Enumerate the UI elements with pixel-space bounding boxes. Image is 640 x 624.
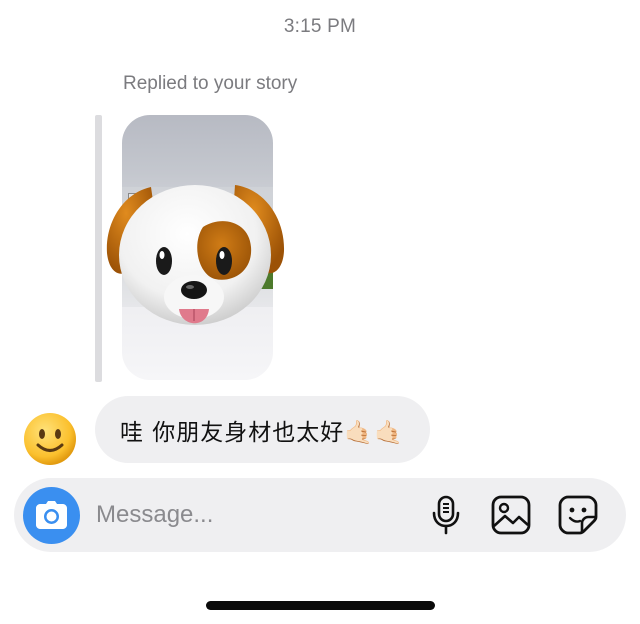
message-composer (14, 478, 626, 552)
sticker-button[interactable] (555, 492, 601, 538)
story-reply-label: Replied to your story (123, 73, 298, 94)
camera-icon (36, 501, 67, 529)
dog-memoji-icon[interactable] (103, 175, 287, 335)
message-text: 哇 你朋友身材也太好🤙🏻🤙🏻 (120, 419, 404, 446)
image-icon (491, 495, 531, 535)
home-indicator[interactable] (206, 601, 435, 610)
reply-quote-bar (95, 115, 102, 382)
gallery-button[interactable] (488, 492, 534, 538)
message-timestamp: 3:15 PM (283, 16, 357, 37)
sticker-icon (558, 495, 598, 535)
camera-button[interactable] (23, 487, 80, 544)
message-input[interactable] (96, 496, 396, 534)
microphone-icon (432, 495, 460, 535)
microphone-button[interactable] (423, 492, 469, 538)
smiling-face-icon[interactable] (23, 412, 77, 466)
message-bubble[interactable]: 哇 你朋友身材也太好🤙🏻🤙🏻 (95, 396, 430, 463)
